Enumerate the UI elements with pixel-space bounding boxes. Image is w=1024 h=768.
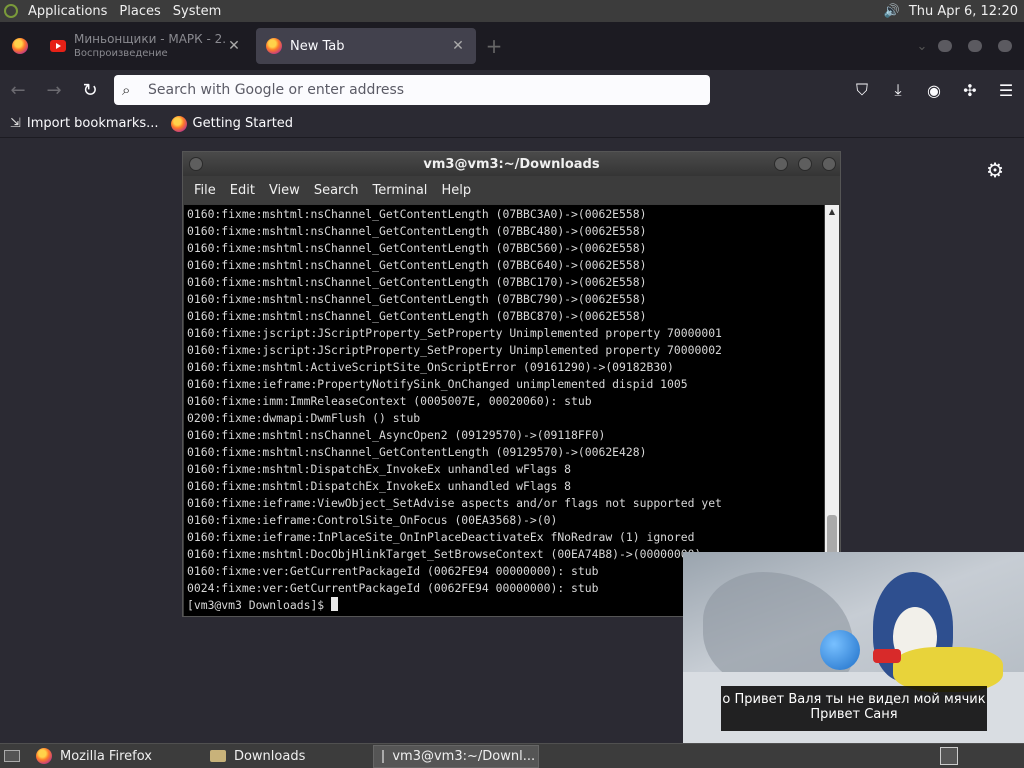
bookmark-label: Import bookmarks... <box>26 116 159 131</box>
bookmark-getting-started[interactable]: Getting Started <box>170 115 294 132</box>
terminal-line: 0160:fixme:mshtml:nsChannel_GetContentLe… <box>187 309 647 323</box>
menu-help[interactable]: Help <box>434 183 478 198</box>
terminal-line: 0160:fixme:jscript:JScriptProperty_SetPr… <box>187 326 722 340</box>
new-tab-button[interactable]: + <box>480 34 508 58</box>
menu-edit[interactable]: Edit <box>223 183 262 198</box>
menu-view[interactable]: View <box>262 183 307 198</box>
task-label: vm3@vm3:~/Downl... <box>392 748 536 764</box>
firefox-view-button[interactable] <box>0 22 40 70</box>
volume-icon[interactable]: 🔊 <box>881 4 903 19</box>
terminal-line: 0160:fixme:imm:ImmReleaseContext (000500… <box>187 394 592 408</box>
close-icon[interactable]: ✕ <box>450 38 466 54</box>
terminal-line: 0160:fixme:mshtml:DispatchEx_InvokeEx un… <box>187 462 572 476</box>
video-player[interactable]: о Привет Валя ты не видел мой мячик Прив… <box>683 552 1024 743</box>
firefox-icon <box>266 38 282 54</box>
terminal-line: 0160:fixme:ieframe:InPlaceSite_OnInPlace… <box>187 530 695 544</box>
terminal-line: 0160:fixme:mshtml:nsChannel_GetContentLe… <box>187 292 647 306</box>
navigation-toolbar: ← → ↻ ⌕ Search with Google or enter addr… <box>0 70 1024 110</box>
terminal-line: 0160:fixme:mshtml:nsChannel_GetContentLe… <box>187 207 647 221</box>
task-label: Mozilla Firefox <box>60 748 152 764</box>
minimize-button[interactable] <box>934 35 956 57</box>
menu-file[interactable]: File <box>187 183 223 198</box>
show-desktop-icon[interactable] <box>0 744 24 768</box>
terminal-line: 0160:fixme:mshtml:nsChannel_GetContentLe… <box>187 445 647 459</box>
terminal-menubar: File Edit View Search Terminal Help <box>183 176 840 204</box>
tab-title: New Tab <box>290 39 345 53</box>
tab-title: Миньонщики - МАРК - 2... <box>74 32 226 46</box>
tab-subtitle: Воспроизведение <box>74 47 168 59</box>
scrollbar-thumb[interactable] <box>827 515 837 555</box>
places-menu[interactable]: Places <box>113 4 166 19</box>
task-terminal[interactable]: vm3@vm3:~/Downl... <box>373 744 540 768</box>
menu-icon[interactable]: ☰ <box>988 72 1024 108</box>
firefox-icon <box>170 115 187 132</box>
terminal-line: 0160:fixme:mshtml:nsChannel_AsyncOpen2 (… <box>187 428 606 442</box>
bookmark-import[interactable]: ⇲ Import bookmarks... <box>10 116 159 131</box>
video-subtitle: о Привет Валя ты не видел мой мячик Прив… <box>721 686 987 731</box>
terminal-title: vm3@vm3:~/Downloads <box>423 156 600 172</box>
bookmarks-toolbar: ⇲ Import bookmarks... Getting Started <box>0 110 1024 138</box>
url-placeholder: Search with Google or enter address <box>148 82 405 98</box>
terminal-line: 0160:fixme:mshtml:nsChannel_GetContentLe… <box>187 224 647 238</box>
maximize-button[interactable] <box>964 35 986 57</box>
close-window-button[interactable] <box>822 157 836 171</box>
gear-icon[interactable]: ⚙ <box>986 158 1004 182</box>
terminal-icon <box>382 749 385 763</box>
tab-youtube[interactable]: Миньонщики - МАРК - 2... Воспроизведение… <box>40 28 252 64</box>
task-firefox[interactable]: Mozilla Firefox <box>28 745 160 768</box>
minimize-button[interactable] <box>774 157 788 171</box>
ball <box>820 630 860 670</box>
back-button[interactable]: ← <box>0 72 36 108</box>
terminal-line: 0160:fixme:ieframe:ControlSite_OnFocus (… <box>187 513 558 527</box>
terminal-line: 0160:fixme:mshtml:ActiveScriptSite_OnScr… <box>187 360 674 374</box>
distro-logo-icon[interactable] <box>0 0 22 22</box>
maximize-button[interactable] <box>798 157 812 171</box>
applications-menu[interactable]: Applications <box>22 4 113 19</box>
workspace-switcher[interactable] <box>940 747 958 765</box>
top-panel: Applications Places System 🔊 Thu Apr 6, … <box>0 0 1024 22</box>
search-icon: ⌕ <box>122 81 131 99</box>
terminal-line: 0160:fixme:ieframe:ViewObject_SetAdvise … <box>187 496 722 510</box>
import-icon: ⇲ <box>10 116 21 131</box>
terminal-titlebar[interactable]: vm3@vm3:~/Downloads <box>183 152 840 176</box>
scroll-up-icon[interactable]: ▲ <box>825 205 839 219</box>
terminal-prompt: [vm3@vm3 Downloads]$ <box>187 598 332 612</box>
firefox-icon <box>36 748 52 764</box>
reload-button[interactable]: ↻ <box>72 72 108 108</box>
terminal-line: 0160:fixme:mshtml:nsChannel_GetContentLe… <box>187 241 647 255</box>
terminal-line: 0160:fixme:mshtml:nsChannel_GetContentLe… <box>187 258 647 272</box>
url-bar[interactable]: ⌕ Search with Google or enter address <box>114 75 710 105</box>
terminal-line: 0200:fixme:dwmapi:DwmFlush () stub <box>187 411 421 425</box>
forward-button[interactable]: → <box>36 72 72 108</box>
clock[interactable]: Thu Apr 6, 12:20 <box>903 4 1024 19</box>
terminal-line: 0160:fixme:mshtml:nsChannel_GetContentLe… <box>187 275 647 289</box>
menu-search[interactable]: Search <box>307 183 366 198</box>
firefox-icon <box>12 38 28 54</box>
close-window-button[interactable] <box>994 35 1016 57</box>
chevron-down-icon[interactable]: ⌄ <box>910 39 934 54</box>
menu-terminal[interactable]: Terminal <box>365 183 434 198</box>
download-icon[interactable]: ⤓ <box>880 72 916 108</box>
system-menu[interactable]: System <box>167 4 227 19</box>
tab-strip: Миньонщики - МАРК - 2... Воспроизведение… <box>0 22 1024 70</box>
terminal-line: 0160:fixme:ieframe:PropertyNotifySink_On… <box>187 377 688 391</box>
task-downloads[interactable]: Downloads <box>202 745 313 768</box>
terminal-line: 0160:fixme:mshtml:DispatchEx_InvokeEx un… <box>187 479 572 493</box>
youtube-icon <box>50 40 66 52</box>
bookmark-label: Getting Started <box>192 116 294 131</box>
folder-icon <box>209 750 226 762</box>
subtitle-line: Привет Саня <box>810 707 898 722</box>
bottom-taskbar: Mozilla Firefox Downloads vm3@vm3:~/Down… <box>0 743 1024 768</box>
terminal-cursor <box>331 597 339 611</box>
pocket-icon[interactable]: ⛉ <box>844 72 880 108</box>
terminal-window: vm3@vm3:~/Downloads File Edit View Searc… <box>182 151 841 617</box>
extensions-icon[interactable]: ✣ <box>952 72 988 108</box>
close-icon[interactable]: ✕ <box>226 38 242 54</box>
subtitle-line: о Привет Валя ты не видел мой мячик <box>722 692 986 707</box>
task-label: Downloads <box>233 748 306 764</box>
account-icon[interactable]: ◉ <box>916 72 952 108</box>
terminal-line: 0160:fixme:jscript:JScriptProperty_SetPr… <box>187 343 722 357</box>
tab-new-tab[interactable]: New Tab ✕ <box>256 28 476 64</box>
